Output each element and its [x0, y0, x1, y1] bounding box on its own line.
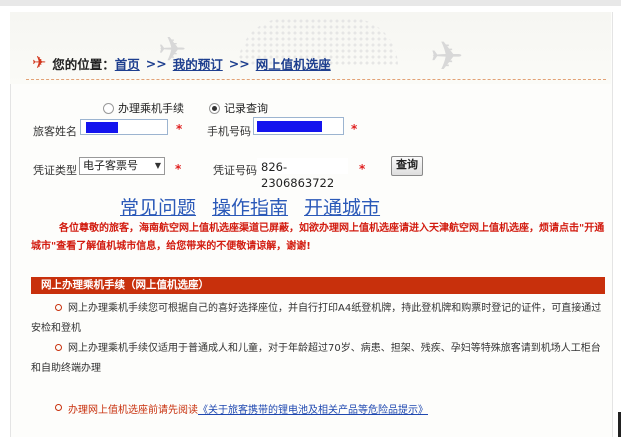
read-prefix: 办理网上值机选座前请先阅读 [68, 405, 198, 416]
read-notice: 办理网上值机选座前请先阅读 《关于旅客携带的锂电池及相关产品等危险品提示》 [31, 401, 428, 416]
open-cities-link[interactable]: 开通城市 [304, 193, 380, 220]
required-mark: * [175, 162, 182, 176]
radio-button-selected[interactable] [209, 102, 220, 114]
doc-type-value: 电子客票号 [83, 159, 138, 172]
radio-record-label: 记录查询 [224, 102, 268, 115]
radio-checkin-label: 办理乘机手续 [118, 102, 184, 115]
breadcrumb-label: 您的位置： [52, 56, 115, 72]
redacted-name [86, 122, 118, 133]
divider [26, 79, 606, 80]
query-button[interactable]: 查询 [391, 156, 423, 176]
breadcrumb: ✈ 您的位置： 首页 >> 我的预订 >> 网上值机选座 [32, 52, 331, 74]
bullet-icon [55, 303, 62, 311]
faq-link[interactable]: 常见问题 [120, 193, 196, 220]
phone-label: 手机号码 [207, 125, 251, 138]
breadcrumb-my-booking-link[interactable]: 我的预订 [173, 54, 223, 73]
breadcrumb-home-link[interactable]: 首页 [115, 54, 140, 73]
bullet-icon [55, 343, 62, 351]
required-mark: * [351, 122, 358, 136]
decorative-plane-icon: ✈ [430, 34, 464, 80]
doc-no-label: 凭证号码 [213, 164, 257, 177]
doc-no-input[interactable]: 826-2306863722 [257, 158, 348, 190]
radio-button[interactable] [103, 102, 114, 114]
required-mark: * [359, 162, 366, 176]
plane-icon: ✈ [32, 53, 47, 73]
bullet-icon [55, 404, 62, 411]
help-links: 常见问题 操作指南 开通城市 [120, 193, 380, 220]
list-item: 网上办理乘机手续仅适用于普通成人和儿童，对于年龄超过70岁、病患、担架、残疾、孕… [31, 339, 609, 379]
guide-link[interactable]: 操作指南 [212, 193, 288, 220]
breadcrumb-current-link[interactable]: 网上值机选座 [256, 54, 331, 73]
list-item: 网上办理乘机手续您可根据自己的喜好选择座位，并自行打印A4纸登机牌，持此登机牌和… [31, 299, 609, 339]
section-title: 网上办理乘机手续（网上值机选座） [31, 277, 605, 294]
list-item-text: 网上办理乘机手续仅适用于普通成人和儿童，对于年龄超过70岁、病患、担架、残疾、孕… [31, 343, 601, 374]
radio-record[interactable]: 记录查询 [209, 100, 268, 116]
top-border [0, 0, 621, 6]
name-label: 旅客姓名 [33, 125, 77, 138]
doc-type-select[interactable]: 电子客票号 ▼ [79, 157, 165, 175]
breadcrumb-separator: >> [228, 55, 250, 71]
chevron-down-icon: ▼ [154, 161, 161, 170]
list-item-text: 网上办理乘机手续您可根据自己的喜好选择座位，并自行打印A4纸登机牌，持此登机牌和… [31, 303, 602, 334]
redacted-phone [257, 121, 322, 132]
dangerous-goods-link[interactable]: 《关于旅客携带的锂电池及相关产品等危险品提示》 [198, 401, 428, 416]
radio-checkin[interactable]: 办理乘机手续 [103, 100, 184, 116]
required-mark: * [176, 122, 183, 136]
breadcrumb-separator: >> [145, 55, 167, 71]
doc-type-label: 凭证类型 [33, 164, 77, 177]
notice-text: 各位尊敬的旅客，海南航空网上值机选座渠道已屏蔽，如欲办理网上值机选座请进入天津航… [31, 223, 605, 252]
